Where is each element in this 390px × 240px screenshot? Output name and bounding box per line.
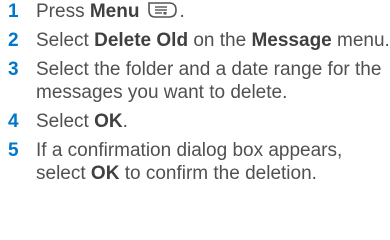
step-text: If a confirmation dialog box appears, se… [36, 140, 342, 184]
step-text-part: Select [36, 111, 95, 132]
step-text-part: to confirm the deletion. [119, 163, 317, 184]
step-text-part: menu. [331, 30, 390, 51]
step-4: 4 Select OK. [0, 110, 390, 133]
step-1: 1 Press Menu . [0, 0, 390, 23]
step-text-part: Press [36, 1, 90, 22]
step-number: 5 [8, 140, 19, 161]
step-text-bold: Menu [89, 1, 140, 22]
step-text-part: . [122, 111, 128, 132]
step-3: 3 Select the folder and a date range for… [0, 58, 390, 104]
step-text-bold: Delete Old [94, 30, 189, 51]
step-number: 3 [8, 59, 19, 80]
step-text: Select Delete Old on the Message menu. [36, 30, 390, 51]
step-text: Select OK. [36, 111, 128, 132]
step-number: 2 [8, 30, 19, 51]
step-text-part: . [179, 1, 185, 22]
step-2: 2 Select Delete Old on the Message menu. [0, 29, 390, 52]
step-5: 5 If a confirmation dialog box appears, … [0, 139, 390, 185]
step-text-bold: OK [94, 111, 123, 132]
instruction-steps: 1 Press Menu . 2 Select Delete Old on th… [0, 0, 390, 191]
step-text-bold: Message [251, 30, 332, 51]
step-text: Press Menu . [36, 1, 185, 22]
step-text-part: Select [36, 30, 95, 51]
menu-button-icon [148, 2, 178, 18]
step-text-part: on the [188, 30, 252, 51]
step-text: Select the folder and a date range for t… [36, 59, 382, 103]
step-number: 1 [8, 1, 19, 22]
step-text-bold: OK [90, 163, 120, 184]
step-number: 4 [8, 111, 19, 132]
